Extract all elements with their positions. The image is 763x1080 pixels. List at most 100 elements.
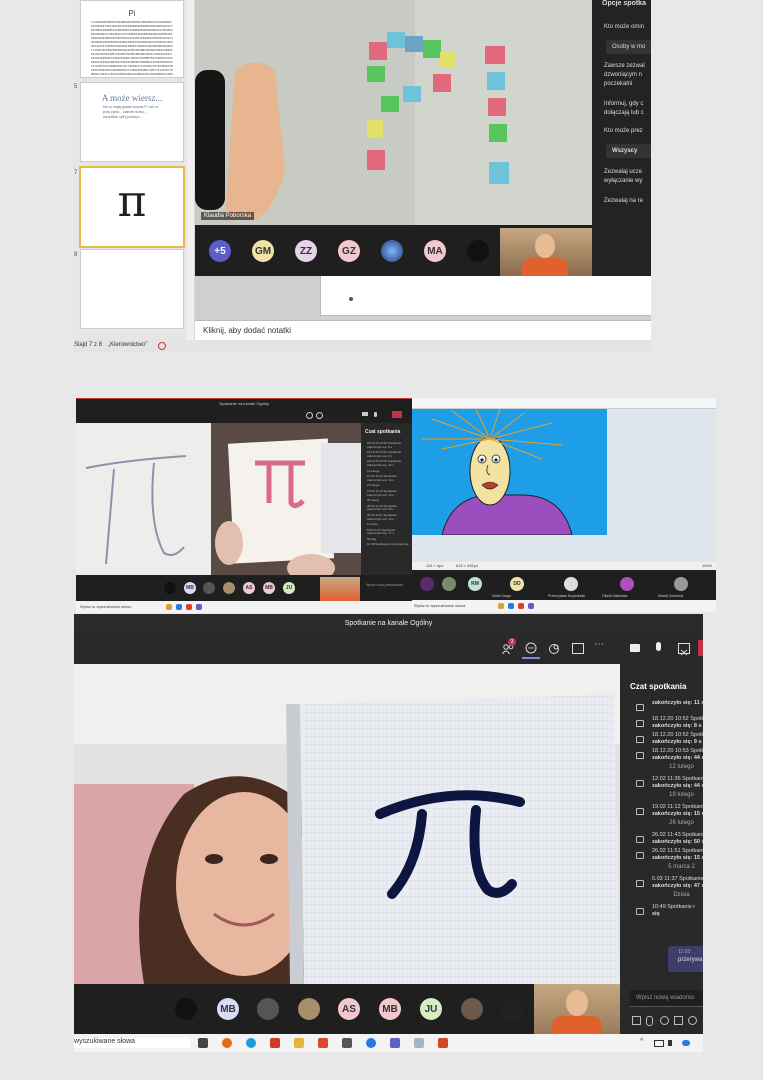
participant-overflow-avatar[interactable]: +5: [209, 240, 231, 262]
taskbar-app-icon[interactable]: [186, 604, 192, 610]
volume-icon[interactable]: [668, 1040, 672, 1046]
share-button[interactable]: [572, 643, 584, 654]
spellcheck-icon[interactable]: [158, 342, 166, 350]
participant-avatar-ma[interactable]: MA: [424, 240, 446, 262]
taskbar-app-icon[interactable]: [176, 604, 182, 610]
participant-avatar-photo[interactable]: [442, 577, 456, 591]
slide-thumbnail-5[interactable]: A może wiersz... Kto w mojej głowie trzy…: [80, 82, 184, 162]
option-line: dzwoniącym n: [604, 72, 643, 78]
participant-avatar-photo[interactable]: [674, 577, 688, 591]
taskbar-search[interactable]: Wpisz tu wyszukiwane słowo: [80, 604, 160, 609]
paint-icon[interactable]: [414, 1038, 424, 1048]
participant-avatar-mb[interactable]: MB: [184, 582, 196, 594]
leave-button[interactable]: [698, 640, 703, 656]
more-options-icon[interactable]: ···: [255, 212, 261, 218]
participant-avatar-photo[interactable]: [257, 998, 279, 1020]
presenter-dropdown[interactable]: Wszyscy: [606, 144, 651, 158]
slide-thumbnail-4[interactable]: Pi 3.14159265358979323846264338327950288…: [80, 0, 184, 78]
calculator-icon[interactable]: [342, 1038, 352, 1048]
participant-name: Daria Darga: [492, 594, 511, 598]
taskbar-app-icon[interactable]: [508, 603, 514, 609]
notes-pane[interactable]: Kliknij, aby dodać notatki: [195, 320, 651, 341]
mic-button[interactable]: [656, 642, 661, 651]
taskbar-app-icon[interactable]: [166, 604, 172, 610]
format-icon[interactable]: [632, 1016, 641, 1025]
participant-avatar-ju[interactable]: JU: [283, 582, 295, 594]
chat-item: 18.12.20 10:53 Spotkanie zakończyło się:…: [367, 459, 402, 467]
task-view-icon[interactable]: [198, 1038, 208, 1048]
person-body: [522, 258, 568, 276]
participant-avatar-mb[interactable]: MB: [379, 998, 401, 1020]
participant-avatar-as[interactable]: AS: [338, 998, 360, 1020]
chat-date-separator: Dzisia: [673, 892, 690, 898]
attach-icon[interactable]: [646, 1016, 653, 1026]
teams-icon[interactable]: [390, 1038, 400, 1048]
mic-icon[interactable]: [374, 412, 377, 417]
participant-avatar-dd[interactable]: DD: [510, 577, 524, 591]
participant-avatar-photo[interactable]: [620, 577, 634, 591]
battery-icon[interactable]: [654, 1040, 664, 1047]
message-time: 11:03: [678, 949, 691, 955]
participant-avatar-photo[interactable]: [564, 577, 578, 591]
chat-compose-input[interactable]: Wpisz nową wiadomo: [630, 990, 703, 1007]
participant-avatar-rm[interactable]: RM: [468, 577, 482, 591]
meeting-icon: [636, 852, 644, 859]
participant-avatar-zz[interactable]: ZZ: [295, 240, 317, 262]
participant-avatar-photo[interactable]: [164, 582, 176, 594]
participant-strip: +5 GM ZZ GZ MA: [195, 228, 592, 276]
participant-avatar-gz[interactable]: GZ: [338, 240, 360, 262]
share-tray-button[interactable]: [678, 643, 690, 656]
chat-button[interactable]: [522, 639, 540, 659]
taskbar-app-icon[interactable]: [498, 603, 504, 609]
more-actions-icon[interactable]: ⋯: [594, 639, 604, 650]
windows-taskbar: Wpisz tu wyszukiwane słowo: [76, 601, 412, 613]
participant-avatar-photo[interactable]: [203, 582, 215, 594]
taskbar-app-icon[interactable]: [518, 603, 524, 609]
participant-avatar-photo[interactable]: [501, 998, 523, 1020]
taskbar-app-icon[interactable]: [528, 603, 534, 609]
compose-toolbar: [630, 1014, 703, 1026]
chrome-icon[interactable]: [366, 1038, 376, 1048]
powerpoint-icon[interactable]: [438, 1038, 448, 1048]
acrobat-icon[interactable]: [270, 1038, 280, 1048]
emoji-icon[interactable]: [660, 1016, 669, 1025]
taskbar-search[interactable]: Wpisz tu wyszukiwane słowa: [414, 603, 490, 608]
participant-avatar-gm[interactable]: GM: [252, 240, 274, 262]
network-icon[interactable]: [682, 1040, 690, 1046]
chat-compose-input[interactable]: Wpisz nową wiadomość: [366, 583, 410, 587]
leave-button[interactable]: [392, 411, 402, 418]
gif-icon[interactable]: [674, 1016, 683, 1025]
file-explorer-icon[interactable]: [294, 1038, 304, 1048]
people-icon[interactable]: [306, 412, 313, 419]
edge-icon[interactable]: [246, 1038, 256, 1048]
sticker-icon[interactable]: [688, 1016, 697, 1025]
participant-avatar-mb[interactable]: MB: [217, 998, 239, 1020]
reactions-button[interactable]: [548, 642, 560, 654]
participant-avatar-photo[interactable]: [381, 240, 403, 262]
camera-button[interactable]: [630, 644, 640, 652]
slide-thumbnail-7-selected[interactable]: π: [79, 166, 185, 248]
chat-icon[interactable]: [316, 412, 323, 419]
option-line: dołączają lub c: [604, 110, 644, 116]
participants-button[interactable]: 3: [502, 638, 516, 655]
participant-avatar-photo[interactable]: [461, 998, 483, 1020]
taskbar-search[interactable]: wyszukiwane słowa: [74, 1038, 190, 1048]
participant-avatar-photo[interactable]: [467, 240, 489, 262]
firefox-icon[interactable]: [222, 1038, 232, 1048]
camera-icon[interactable]: [362, 412, 368, 416]
participant-avatar-photo[interactable]: [420, 577, 434, 591]
app-icon[interactable]: [318, 1038, 328, 1048]
paint-canvas[interactable]: [412, 409, 607, 535]
slide-thumbnail-8[interactable]: [80, 249, 184, 329]
participant-avatar-ju[interactable]: JU: [420, 998, 442, 1020]
participant-avatar-as[interactable]: AS: [243, 582, 255, 594]
taskbar-app-icon[interactable]: [196, 604, 202, 610]
lobby-dropdown[interactable]: Osoby w mo: [606, 40, 651, 54]
thumbnail-scrollbar[interactable]: [187, 0, 194, 340]
screenshot-teams-two-videos: Spotkanie na kanale Ogólny Czat spotkani…: [76, 398, 412, 613]
participant-avatar-photo[interactable]: [223, 582, 235, 594]
chevron-up-icon[interactable]: ^: [640, 1038, 643, 1045]
participant-avatar-photo[interactable]: [175, 998, 197, 1020]
participant-avatar-mb[interactable]: MB: [263, 582, 275, 594]
participant-avatar-photo[interactable]: [298, 998, 320, 1020]
